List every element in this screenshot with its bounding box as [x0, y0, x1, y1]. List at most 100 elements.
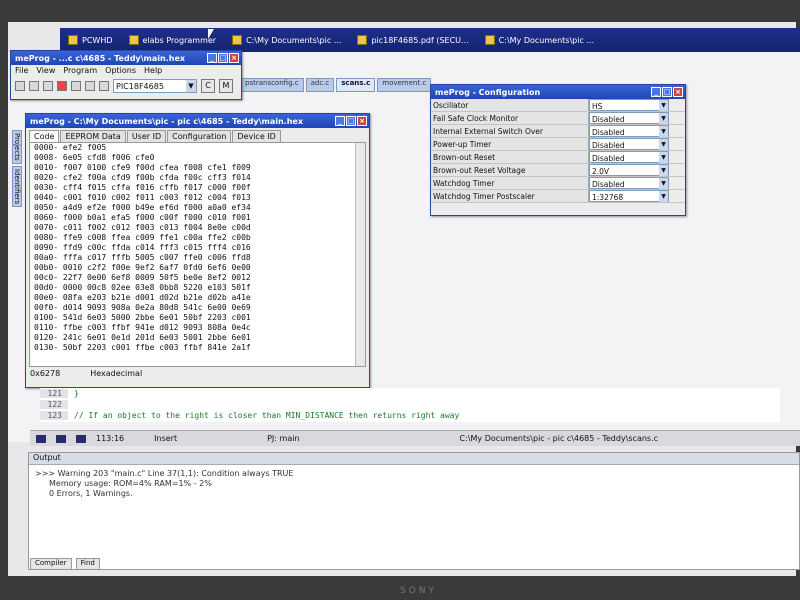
cursor-position: 113:16: [96, 434, 125, 443]
config-select[interactable]: HS ▼: [589, 99, 669, 111]
tab-user-id[interactable]: User ID: [126, 130, 167, 142]
configuration-window: meProg - Configuration _ □ × Oscillator HS ▼…: [430, 84, 686, 216]
pdf-icon: [357, 35, 368, 45]
config-table: Oscillator HS ▼ Fail Safe Clock Monitor Dis…: [431, 99, 685, 203]
menu-view[interactable]: View: [36, 66, 55, 75]
config-row: Oscillator HS ▼: [431, 99, 685, 112]
program-icon[interactable]: [85, 81, 95, 91]
menu-program[interactable]: Program: [63, 66, 97, 75]
close-icon[interactable]: ×: [357, 116, 367, 126]
output-line: >>> Warning 203 "main.c" Line 37(1,1): C…: [35, 469, 294, 478]
tab-eeprom[interactable]: EEPROM Data: [60, 130, 126, 142]
c-button[interactable]: C: [201, 79, 215, 93]
code-editor[interactable]: 121} 122 123 // If an object to the right…: [40, 388, 780, 422]
editor-tab-active[interactable]: scans.c: [336, 78, 376, 92]
taskbar-item-pdf[interactable]: pic18F4685.pdf (SECU...: [349, 30, 476, 50]
hex-row: 00f0- d014 9093 908a 0e2a 80d8 541c 6e00…: [34, 303, 251, 312]
config-select[interactable]: Disabled ▼: [589, 177, 669, 189]
editor-tab[interactable]: adc.c: [305, 78, 335, 92]
config-select[interactable]: Disabled ▼: [589, 112, 669, 124]
close-icon[interactable]: ×: [673, 87, 683, 97]
tab-find[interactable]: Find: [75, 558, 100, 570]
erase-icon[interactable]: [71, 81, 81, 91]
line-number: 122: [40, 400, 68, 409]
hex-row: 0008- 6e05 cfd8 f006 cfe0: [34, 153, 155, 162]
folder-icon: [484, 35, 495, 45]
device-select[interactable]: PIC18F4685 ▼: [113, 79, 197, 93]
config-row: Power-up Timer Disabled ▼: [431, 138, 685, 151]
config-label: Oscillator: [431, 99, 589, 111]
config-select[interactable]: 1:32768 ▼: [589, 190, 669, 202]
code-line: 122: [40, 399, 780, 410]
tab-configuration[interactable]: Configuration: [167, 130, 232, 142]
play-icon[interactable]: [56, 434, 66, 443]
line-text: // If an object to the right is closer t…: [74, 411, 460, 420]
minimize-icon[interactable]: _: [207, 53, 217, 63]
maximize-icon[interactable]: □: [218, 53, 228, 63]
hex-row: 0090- ffd9 c00c ffda c014 fff3 c015 fff4…: [34, 243, 251, 252]
menu-file[interactable]: File: [15, 66, 28, 75]
output-line: 0 Errors, 1 Warnings.: [49, 489, 133, 498]
open-icon[interactable]: [15, 81, 25, 91]
hex-row: 0030- cff4 f015 cffa f016 cffb f017 c000…: [34, 183, 251, 192]
hex-tabs: Code EEPROM Data User ID Configuration D…: [26, 128, 369, 142]
taskbar-item-folder-2[interactable]: C:\My Documents\pic ...: [477, 30, 602, 50]
meprog-main-window: meProg - ...c c\4685 - Teddy\main.hex _ □…: [10, 50, 242, 100]
code-line: 121}: [40, 388, 780, 399]
side-tab-projects[interactable]: Projects: [12, 130, 22, 164]
output-panel: Output >>> Warning 203 "main.c" Line 37(…: [28, 452, 800, 570]
folder-icon: [232, 35, 243, 45]
config-select[interactable]: Disabled ▼: [589, 125, 669, 137]
config-select[interactable]: Disabled ▼: [589, 151, 669, 163]
run-icon[interactable]: [99, 81, 109, 91]
title-bar: meProg - ...c c\4685 - Teddy\main.hex _ □…: [11, 51, 241, 65]
side-tab-identifiers[interactable]: Identifiers: [12, 165, 22, 207]
minimize-icon[interactable]: _: [335, 116, 345, 126]
tab-device-id[interactable]: Device ID: [232, 130, 281, 142]
tab-code[interactable]: Code: [29, 130, 60, 142]
read-icon[interactable]: [43, 81, 53, 91]
bookmark-icon[interactable]: [36, 434, 46, 443]
vertical-scrollbar[interactable]: [355, 143, 365, 366]
config-select[interactable]: Disabled ▼: [589, 138, 669, 150]
hex-row: 0070- c011 f002 c012 f003 c013 f004 8e0e…: [34, 223, 251, 232]
hex-dump[interactable]: 0000- efe2 f005 0008- 6e05 cfd8 f006 cfe…: [29, 142, 366, 367]
save-icon[interactable]: [29, 81, 39, 91]
hex-status-bar: 0x6278 Hexadecimal: [26, 367, 369, 380]
mouse-cursor-icon: [208, 29, 214, 39]
window-title: meProg - ...c c\4685 - Teddy\main.hex: [15, 53, 186, 63]
output-body[interactable]: >>> Warning 203 "main.c" Line 37(1,1): C…: [29, 465, 799, 503]
editor-tabs: pstransconfig.c adc.c scans.c movement.c: [240, 78, 440, 92]
editor-tab[interactable]: movement.c: [377, 78, 432, 92]
m-button[interactable]: M: [219, 79, 233, 93]
verify-icon[interactable]: [57, 81, 67, 91]
hex-row: 00a0- fffa c017 fffb 5005 c007 ffe0 c006…: [34, 253, 251, 262]
menu-help[interactable]: Help: [144, 66, 162, 75]
hex-row: 0020- cfe2 f00a cfd9 f00b cfda f00c cff3…: [34, 173, 251, 182]
hex-row: 0010- f007 0100 cfe9 f00d cfea f008 cfe1…: [34, 163, 251, 172]
config-select[interactable]: 2.0V ▼: [589, 164, 669, 176]
editor-tab[interactable]: pstransconfig.c: [240, 78, 304, 92]
edit-mode: Insert: [154, 434, 178, 443]
window-title: meProg - Configuration: [435, 87, 541, 97]
maximize-icon[interactable]: □: [662, 87, 672, 97]
maximize-icon[interactable]: □: [346, 116, 356, 126]
menu-options[interactable]: Options: [105, 66, 136, 75]
config-label: Fail Safe Clock Monitor: [431, 112, 589, 124]
taskbar-item-folder[interactable]: C:\My Documents\pic ...: [224, 30, 349, 50]
display-mode: Hexadecimal: [90, 369, 143, 378]
config-row: Fail Safe Clock Monitor Disabled ▼: [431, 112, 685, 125]
chevron-down-icon: ▼: [659, 165, 668, 176]
file-path: C:\My Documents\pic - pic c\4685 - Teddy…: [459, 434, 659, 443]
title-bar: meProg - C:\My Documents\pic - pic c\468…: [26, 114, 369, 128]
line-number: 123: [40, 411, 68, 420]
config-label: Internal External Switch Over: [431, 125, 589, 137]
tab-compiler[interactable]: Compiler: [30, 558, 72, 570]
menu-bar: File View Program Options Help: [11, 65, 241, 76]
taskbar-item-pcwhd[interactable]: PCWHD: [60, 30, 121, 50]
stop-icon[interactable]: [76, 434, 86, 443]
close-icon[interactable]: ×: [229, 53, 239, 63]
hex-row: 0080- ffe9 c008 ffea c009 ffe1 c00a ffe2…: [34, 233, 251, 242]
side-tabs: Projects Identifiers: [12, 130, 26, 240]
minimize-icon[interactable]: _: [651, 87, 661, 97]
